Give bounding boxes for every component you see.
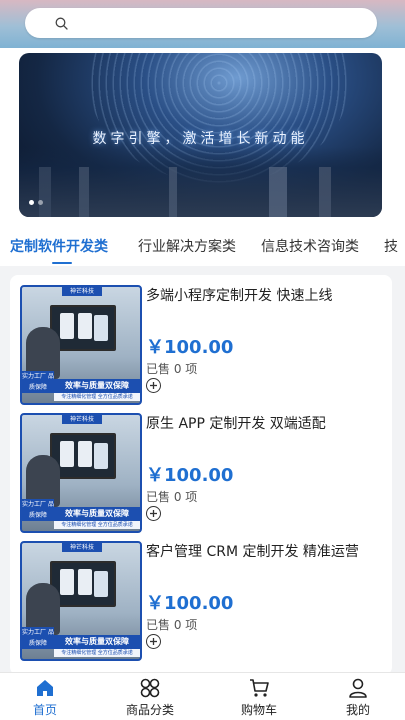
thumb-badge-sub: 专注精细化管理 全方位品质承诺 xyxy=(54,649,140,657)
promo-banner[interactable]: 数字引擎，激活增长新动能 xyxy=(19,53,382,217)
nav-home-label: 首页 xyxy=(32,703,57,717)
nav-home[interactable]: 首页 xyxy=(5,677,85,718)
thumb-badge-left: 实力工厂 品质保障 xyxy=(22,499,54,521)
product-price: ￥100.00 xyxy=(146,337,234,358)
product-thumbnail: 神芒科技 实力工厂 品质保障 效率与质量双保障 专注精细化管理 全方位品质承诺 xyxy=(20,413,142,533)
tab-custom-software[interactable]: 定制软件开发类 xyxy=(10,236,108,256)
banner-dot-1[interactable] xyxy=(29,200,34,205)
product-sold-count: 已售 0 项 xyxy=(146,490,198,504)
thumb-badge-left: 实力工厂 品质保障 xyxy=(22,371,54,393)
product-price: ￥100.00 xyxy=(146,465,234,486)
thumb-badge-bar: 效率与质量双保障 xyxy=(54,635,140,649)
product-list: 神芒科技 实力工厂 品质保障 效率与质量双保障 专注精细化管理 全方位品质承诺 … xyxy=(10,275,392,675)
add-to-cart-button[interactable] xyxy=(146,634,161,649)
thumb-badge-sub: 专注精细化管理 全方位品质承诺 xyxy=(54,393,140,401)
plus-icon xyxy=(150,510,157,517)
add-to-cart-button[interactable] xyxy=(146,378,161,393)
active-tab-indicator xyxy=(52,262,72,264)
banner-dot-2[interactable] xyxy=(38,200,43,205)
product-sold-count: 已售 0 项 xyxy=(146,618,198,632)
tab-technical[interactable]: 技 xyxy=(384,236,398,256)
bottom-nav: 首页 商品分类 购物车 我的 xyxy=(0,672,405,720)
product-item[interactable]: 神芒科技 实力工厂 品质保障 效率与质量双保障 专注精细化管理 全方位品质承诺 … xyxy=(10,275,392,405)
product-title[interactable]: 原生 APP 定制开发 双端适配 xyxy=(146,413,386,433)
plus-icon xyxy=(150,382,157,389)
nav-category[interactable]: 商品分类 xyxy=(110,677,190,718)
thumb-badge-bar: 效率与质量双保障 xyxy=(54,507,140,521)
nav-profile-label: 我的 xyxy=(345,703,370,717)
product-thumbnail: 神芒科技 实力工厂 品质保障 效率与质量双保障 专注精细化管理 全方位品质承诺 xyxy=(20,285,142,405)
banner-pagination xyxy=(29,200,43,205)
thumb-brand-label: 神芒科技 xyxy=(62,543,102,552)
profile-icon xyxy=(349,678,367,698)
plus-icon xyxy=(150,638,157,645)
banner-buildings-graphic xyxy=(19,167,382,217)
thumb-brand-label: 神芒科技 xyxy=(62,287,102,296)
product-title[interactable]: 多端小程序定制开发 快速上线 xyxy=(146,285,386,305)
banner-slogan: 数字引擎，激活增长新动能 xyxy=(92,131,309,147)
search-icon xyxy=(55,17,68,30)
thumb-brand-label: 神芒科技 xyxy=(62,415,102,424)
nav-cart-label: 购物车 xyxy=(240,703,277,717)
cart-icon xyxy=(250,679,269,697)
add-to-cart-button[interactable] xyxy=(146,506,161,521)
product-item[interactable]: 神芒科技 实力工厂 品质保障 效率与质量双保障 专注精细化管理 全方位品质承诺 … xyxy=(10,403,392,533)
category-icon xyxy=(140,678,160,698)
product-item[interactable]: 神芒科技 实力工厂 品质保障 效率与质量双保障 专注精细化管理 全方位品质承诺 … xyxy=(10,531,392,661)
thumb-badge-sub: 专注精细化管理 全方位品质承诺 xyxy=(54,521,140,529)
category-tabs: 定制软件开发类 行业解决方案类 信息技术咨询类 技 xyxy=(0,226,405,266)
tab-industry-solutions[interactable]: 行业解决方案类 xyxy=(138,236,236,256)
thumb-badge-left: 实力工厂 品质保障 xyxy=(22,627,54,649)
tab-it-consulting[interactable]: 信息技术咨询类 xyxy=(261,236,359,256)
search-input[interactable] xyxy=(76,14,360,32)
home-icon xyxy=(37,680,53,696)
product-sold-count: 已售 0 项 xyxy=(146,362,198,376)
nav-cart[interactable]: 购物车 xyxy=(219,677,299,718)
product-title[interactable]: 客户管理 CRM 定制开发 精准运营 xyxy=(146,541,386,561)
product-thumbnail: 神芒科技 实力工厂 品质保障 效率与质量双保障 专注精细化管理 全方位品质承诺 xyxy=(20,541,142,661)
nav-profile[interactable]: 我的 xyxy=(318,677,398,718)
product-price: ￥100.00 xyxy=(146,593,234,614)
thumb-badge-bar: 效率与质量双保障 xyxy=(54,379,140,393)
nav-category-label: 商品分类 xyxy=(125,703,174,717)
search-bar[interactable] xyxy=(25,8,377,38)
